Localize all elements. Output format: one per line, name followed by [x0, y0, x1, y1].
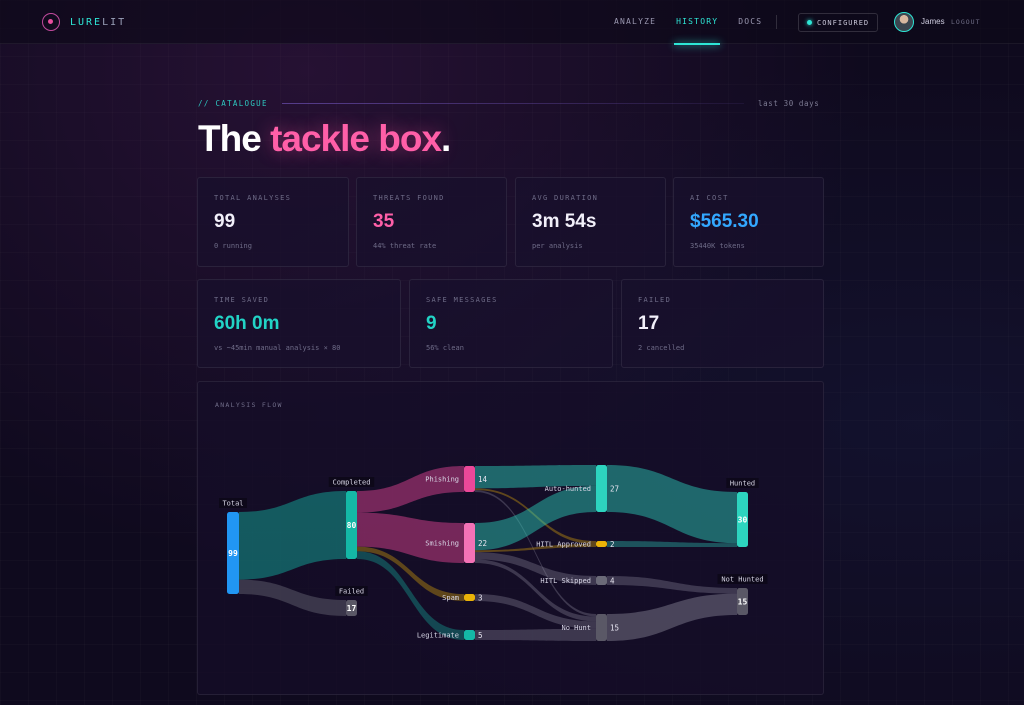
flow-node-bar	[464, 466, 475, 492]
stat-card-time-saved: TIME SAVED 60h 0m vs ~45min manual analy…	[197, 279, 401, 368]
main-nav: ANALYZE HISTORY DOCS	[614, 0, 782, 45]
flow-link-total-failed	[239, 579, 346, 616]
flow-node-count: 80	[347, 521, 357, 530]
stat-card-failed: FAILED 17 2 cancelled	[621, 279, 824, 368]
flow-node-count: 27	[610, 485, 619, 494]
stat-sub: 2 cancelled	[638, 344, 685, 352]
nav-docs[interactable]: DOCS	[738, 0, 762, 44]
analysis-flow-panel: ANALYSIS FLOW Total 99 Completed 80 Failed 17…	[197, 381, 824, 695]
flow-link-autohunted-hunted	[607, 465, 737, 544]
stat-value: 3m 54s	[532, 211, 597, 232]
date-range: last 30 days	[758, 99, 820, 108]
flow-node-count: 17	[347, 604, 357, 613]
section-tag: // CATALOGUE	[198, 99, 268, 108]
flow-node-legitimate[interactable]: Legitimate 5	[417, 630, 483, 640]
status-dot-icon	[807, 20, 812, 25]
flow-node-label: HITL Approved	[536, 541, 591, 549]
stat-card-ai-cost: AI COST $565.30 35440K tokens	[673, 177, 824, 267]
stat-sub: 0 running	[214, 242, 252, 250]
logout-link[interactable]: LOGOUT	[951, 18, 980, 26]
flow-node-label: Auto-hunted	[545, 485, 591, 493]
stat-card-safe-messages: SAFE MESSAGES 9 56% clean	[409, 279, 613, 368]
stat-value: 9	[426, 313, 437, 334]
stat-sub: per analysis	[532, 242, 583, 250]
flow-link-total-completed	[239, 491, 346, 580]
flow-node-count: 99	[228, 549, 238, 558]
stat-label: AVG DURATION	[532, 194, 599, 202]
stat-card-threats-found: THREATS FOUND 35 44% threat rate	[356, 177, 507, 267]
flow-node-label: Phishing	[425, 476, 459, 484]
flow-node-label: No Hunt	[561, 624, 591, 632]
section-divider	[282, 103, 744, 104]
flow-node-count: 30	[738, 516, 748, 525]
flow-link-completed-phishing	[357, 466, 464, 513]
flow-node-count: 15	[610, 624, 619, 633]
flow-node-bar	[464, 594, 475, 601]
flow-node-label: Smishing	[425, 540, 459, 548]
flow-node-count: 22	[478, 539, 487, 548]
analysis-flow-sankey: Total 99 Completed 80 Failed 17 Phishing 14 Smis…	[219, 465, 768, 641]
stat-sub: 56% clean	[426, 344, 464, 352]
user-name: James	[921, 17, 945, 26]
stat-label: TIME SAVED	[214, 296, 270, 304]
flow-node-bar	[596, 541, 607, 547]
flow-node-label: Total	[222, 500, 243, 508]
nav-analyze[interactable]: ANALYZE	[614, 0, 656, 44]
stat-value: 99	[214, 211, 236, 232]
flow-links	[239, 465, 737, 641]
flow-node-label: HITL Skipped	[540, 577, 591, 585]
stat-label: THREATS FOUND	[373, 194, 445, 202]
stat-sub: 44% threat rate	[373, 242, 437, 250]
page-title: The tackle box.	[198, 118, 451, 159]
stat-label: AI COST	[690, 194, 729, 202]
stat-value: $565.30	[690, 211, 759, 232]
flow-node-bar	[464, 523, 475, 563]
stat-card-avg-duration: AVG DURATION 3m 54s per analysis	[515, 177, 666, 267]
flow-node-label: Completed	[333, 479, 371, 487]
top-bar: LURELIT ANALYZE HISTORY DOCS CONFIGURED …	[0, 0, 1024, 45]
flow-node-count: 14	[478, 475, 488, 484]
logo[interactable]: LURELIT	[42, 13, 126, 31]
logo-icon	[42, 13, 60, 31]
flow-node-label: Spam	[442, 594, 459, 602]
stat-label: FAILED	[638, 296, 672, 304]
stat-label: SAFE MESSAGES	[426, 296, 498, 304]
stat-value: 35	[373, 211, 395, 232]
configured-status-badge[interactable]: CONFIGURED	[798, 13, 879, 32]
flow-node-hitlskipped[interactable]: HITL Skipped 4	[540, 576, 615, 586]
flow-node-label: Not Hunted	[721, 576, 763, 584]
flow-node-count: 5	[478, 631, 483, 640]
nav-history[interactable]: HISTORY	[674, 0, 721, 45]
flow-node-label: Hunted	[730, 480, 755, 488]
flow-node-label: Failed	[339, 588, 364, 596]
flow-link-nohunt-nothunted	[607, 593, 737, 641]
stat-sub: vs ~45min manual analysis × 80	[214, 344, 341, 352]
flow-node-bar	[464, 630, 475, 640]
nav-divider	[776, 15, 777, 29]
stat-sub: 35440K tokens	[690, 242, 745, 250]
flow-node-bar	[596, 614, 607, 641]
flow-node-count: 3	[478, 594, 483, 603]
flow-node-bar	[596, 465, 607, 512]
stat-value: 17	[638, 313, 660, 334]
stat-value: 60h 0m	[214, 313, 280, 334]
stat-label: TOTAL ANALYSES	[214, 194, 292, 202]
flow-node-bar	[596, 576, 607, 585]
flow-node-hitlapproved[interactable]: HITL Approved 2	[536, 540, 614, 549]
flow-node-label: Legitimate	[417, 632, 459, 640]
brand-name: LURELIT	[70, 16, 127, 28]
stat-card-total-analyses: TOTAL ANALYSES 99 0 running	[197, 177, 349, 267]
user-avatar[interactable]	[894, 12, 914, 32]
flow-node-count: 15	[738, 598, 748, 607]
flow-node-count: 4	[610, 577, 615, 586]
flow-node-count: 2	[610, 540, 615, 549]
